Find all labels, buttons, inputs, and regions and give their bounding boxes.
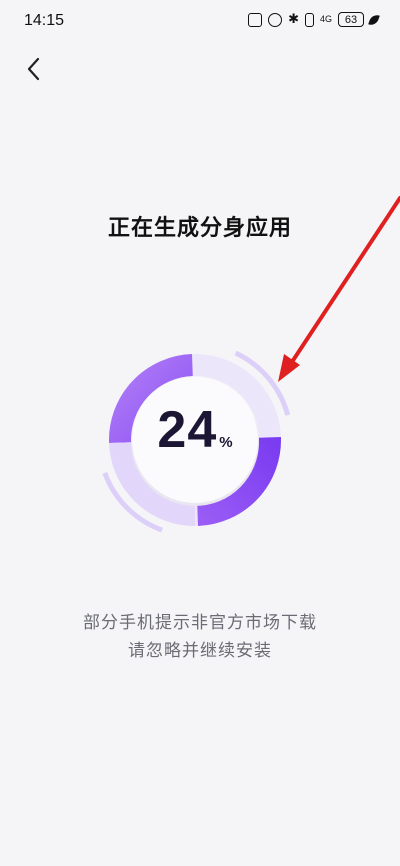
status-time: 14:15: [24, 12, 65, 29]
bluetooth-icon: ✱: [288, 12, 299, 27]
progress-value: 24: [157, 401, 218, 459]
page-title: 正在生成分身应用: [107, 216, 292, 241]
status-icons: ✱ 4G 63: [248, 12, 380, 27]
vibrate-icon: [304, 12, 314, 27]
chevron-left-icon: [27, 57, 40, 81]
hint-line-2: 请忽略并继续安装: [128, 641, 272, 661]
progress-unit: %: [219, 434, 233, 451]
back-button[interactable]: [20, 52, 50, 86]
hint-line-1: 部分手机提示非官方市场下载: [83, 613, 317, 633]
alarm-icon: [268, 12, 283, 27]
nfc-icon: [248, 12, 263, 27]
eco-leaf-icon: [368, 12, 380, 27]
battery-indicator: 63: [338, 12, 364, 27]
status-bar: 14:15 ✱ 4G 63: [0, 0, 400, 44]
app-screen: 14:15 ✱ 4G 63 正在生成分身应用 24 % 部分手机提示非官方市场下…: [0, 0, 400, 866]
progress-percent: 24%: [95, 400, 295, 460]
network-label: 4G: [319, 14, 332, 24]
